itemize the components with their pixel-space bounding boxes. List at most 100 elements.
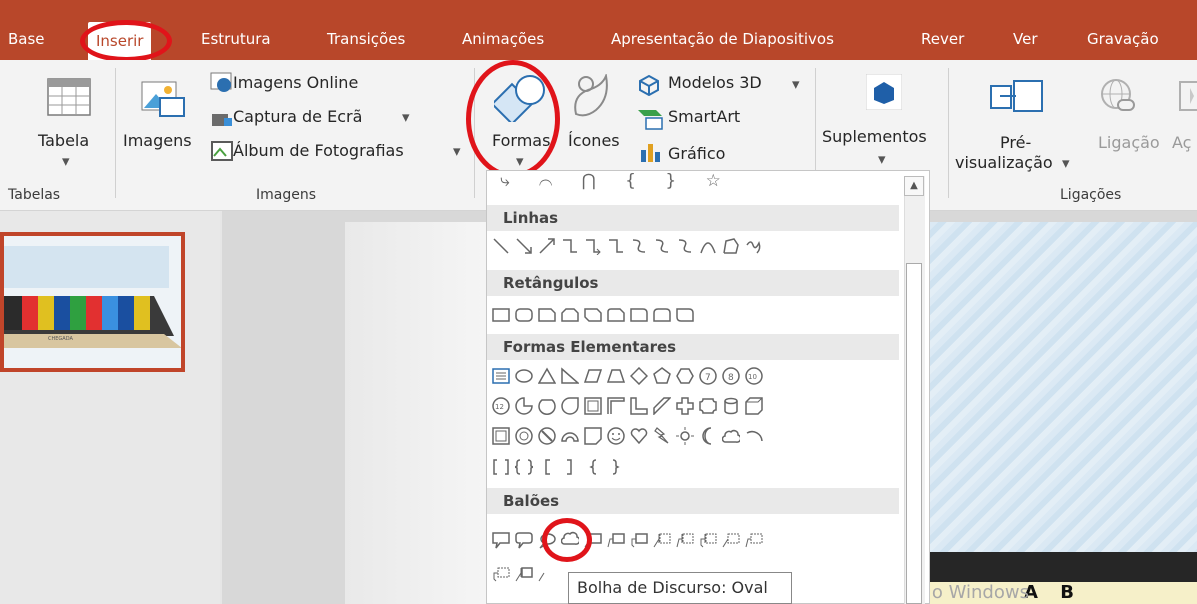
bevel-shape[interactable] <box>490 424 511 448</box>
right-bracket-shape[interactable] <box>559 455 580 479</box>
border-callout-1-shape[interactable] <box>720 528 741 552</box>
ligacao-button[interactable]: Ligação <box>1098 133 1160 152</box>
shapes-top-row[interactable]: ⤷ ⌒ ⋂ { } ☆ <box>500 171 733 191</box>
lightning-bolt-shape[interactable] <box>651 424 672 448</box>
freeform-shape[interactable] <box>720 234 741 258</box>
block-arc-shape[interactable] <box>559 424 580 448</box>
double-brace-shape[interactable] <box>513 455 534 479</box>
pie-shape[interactable] <box>513 394 534 418</box>
tab-estrutura[interactable]: Estrutura <box>201 30 271 48</box>
tab-base[interactable]: Base <box>8 30 45 48</box>
no-symbol-shape[interactable] <box>536 424 557 448</box>
curved-double-arrow-shape[interactable] <box>674 234 695 258</box>
left-brace-shape[interactable] <box>582 455 603 479</box>
tab-gravacao[interactable]: Gravação <box>1087 30 1159 48</box>
line-shape[interactable] <box>490 234 511 258</box>
slide-thumbnail[interactable]: CHEGADA <box>0 232 185 372</box>
tab-ver[interactable]: Ver <box>1013 30 1038 48</box>
smartart-button[interactable]: SmartArt <box>668 107 740 126</box>
sun-shape[interactable] <box>674 424 695 448</box>
cube-shape[interactable] <box>743 394 764 418</box>
snip-diagonal-shape[interactable] <box>582 303 603 327</box>
accent-callout-1-shape[interactable] <box>651 528 672 552</box>
right-triangle-shape[interactable] <box>559 364 580 388</box>
heptagon-shape[interactable]: 7 <box>697 364 718 388</box>
scribble-shape[interactable] <box>743 234 764 258</box>
left-bracket-shape[interactable] <box>536 455 557 479</box>
pre-visualizacao-line2[interactable]: visualização <box>955 153 1053 172</box>
plaque-shape[interactable] <box>697 394 718 418</box>
triangle-shape[interactable] <box>536 364 557 388</box>
elbow-arrow-connector-shape[interactable] <box>582 234 603 258</box>
rounded-rectangle-shape[interactable] <box>513 303 534 327</box>
round-diagonal-shape[interactable] <box>674 303 695 327</box>
octagon-shape[interactable]: 8 <box>720 364 741 388</box>
oval-shape[interactable] <box>513 364 534 388</box>
hexagon-shape[interactable] <box>674 364 695 388</box>
snip-rectangle-shape[interactable] <box>536 303 557 327</box>
half-frame-shape[interactable] <box>605 394 626 418</box>
rectangular-callout-shape[interactable] <box>490 528 511 552</box>
tab-animacoes[interactable]: Animações <box>462 30 544 48</box>
captura-button[interactable]: Captura de Ecrã <box>233 107 362 126</box>
elbow-connector-shape[interactable] <box>559 234 580 258</box>
parallelogram-shape[interactable] <box>582 364 603 388</box>
line-callout-3-shape[interactable] <box>628 528 649 552</box>
diagonal-stripe-shape[interactable] <box>651 394 672 418</box>
curved-connector-shape[interactable] <box>628 234 649 258</box>
pre-visualizacao-dropdown-arrow[interactable]: ▾ <box>1062 154 1070 172</box>
scroll-up-button[interactable]: ▲ <box>904 176 924 196</box>
decagon-shape[interactable]: 10 <box>743 364 764 388</box>
snip-round-shape[interactable] <box>605 303 626 327</box>
curve-shape[interactable] <box>697 234 718 258</box>
formas-button[interactable]: Formas <box>492 131 550 150</box>
rounded-callout-shape[interactable] <box>513 528 534 552</box>
album-dropdown-arrow[interactable]: ▾ <box>453 142 461 160</box>
tab-rever[interactable]: Rever <box>921 30 964 48</box>
can-shape[interactable] <box>720 394 741 418</box>
smiley-face-shape[interactable] <box>605 424 626 448</box>
album-button[interactable]: Álbum de Fotografias <box>233 141 404 160</box>
moon-shape[interactable] <box>697 424 718 448</box>
pre-visualizacao-line1[interactable]: Pré- <box>1000 133 1031 152</box>
cross-shape[interactable] <box>674 394 695 418</box>
arrow-line-shape[interactable] <box>513 234 534 258</box>
trapezoid-shape[interactable] <box>605 364 626 388</box>
cloud-shape[interactable] <box>720 424 741 448</box>
round-single-corner-shape[interactable] <box>628 303 649 327</box>
line-callout-2-shape[interactable] <box>605 528 626 552</box>
modelos3d-dropdown-arrow[interactable]: ▾ <box>792 75 800 93</box>
heart-shape[interactable] <box>628 424 649 448</box>
accent-border-callout-1-shape[interactable] <box>513 562 534 586</box>
right-brace-shape[interactable] <box>605 455 626 479</box>
imagens-online-button[interactable]: Imagens Online <box>233 73 358 92</box>
border-callout-3-shape[interactable] <box>490 562 511 586</box>
imagens-button[interactable]: Imagens <box>123 131 192 150</box>
donut-shape[interactable] <box>513 424 534 448</box>
rectangle-shape[interactable] <box>490 303 511 327</box>
tabela-dropdown-arrow[interactable]: ▾ <box>62 152 70 170</box>
formas-dropdown-arrow[interactable]: ▾ <box>516 152 524 170</box>
teardrop-shape[interactable] <box>559 394 580 418</box>
modelos3d-button[interactable]: Modelos 3D <box>668 73 762 92</box>
pentagon-shape[interactable] <box>651 364 672 388</box>
accent-callout-2-shape[interactable] <box>674 528 695 552</box>
curved-arrow-connector-shape[interactable] <box>651 234 672 258</box>
dodecagon-shape[interactable]: 12 <box>490 394 511 418</box>
double-arrow-line-shape[interactable] <box>536 234 557 258</box>
l-shape[interactable] <box>628 394 649 418</box>
cloud-callout-shape[interactable] <box>559 528 580 552</box>
round-same-side-shape[interactable] <box>651 303 672 327</box>
diamond-shape[interactable] <box>628 364 649 388</box>
double-bracket-shape[interactable] <box>490 455 511 479</box>
icones-button[interactable]: Ícones <box>568 131 620 150</box>
captura-dropdown-arrow[interactable]: ▾ <box>402 108 410 126</box>
chord-shape[interactable] <box>536 394 557 418</box>
tab-inserir[interactable]: Inserir <box>88 22 152 60</box>
text-box-shape[interactable] <box>490 364 511 388</box>
grafico-button[interactable]: Gráfico <box>668 144 725 163</box>
acao-button[interactable]: Aç <box>1172 133 1191 152</box>
accent-callout-3-shape[interactable] <box>697 528 718 552</box>
accent-border-callout-2-shape[interactable] <box>536 562 557 586</box>
suplementos-dropdown-arrow[interactable]: ▾ <box>878 150 886 168</box>
